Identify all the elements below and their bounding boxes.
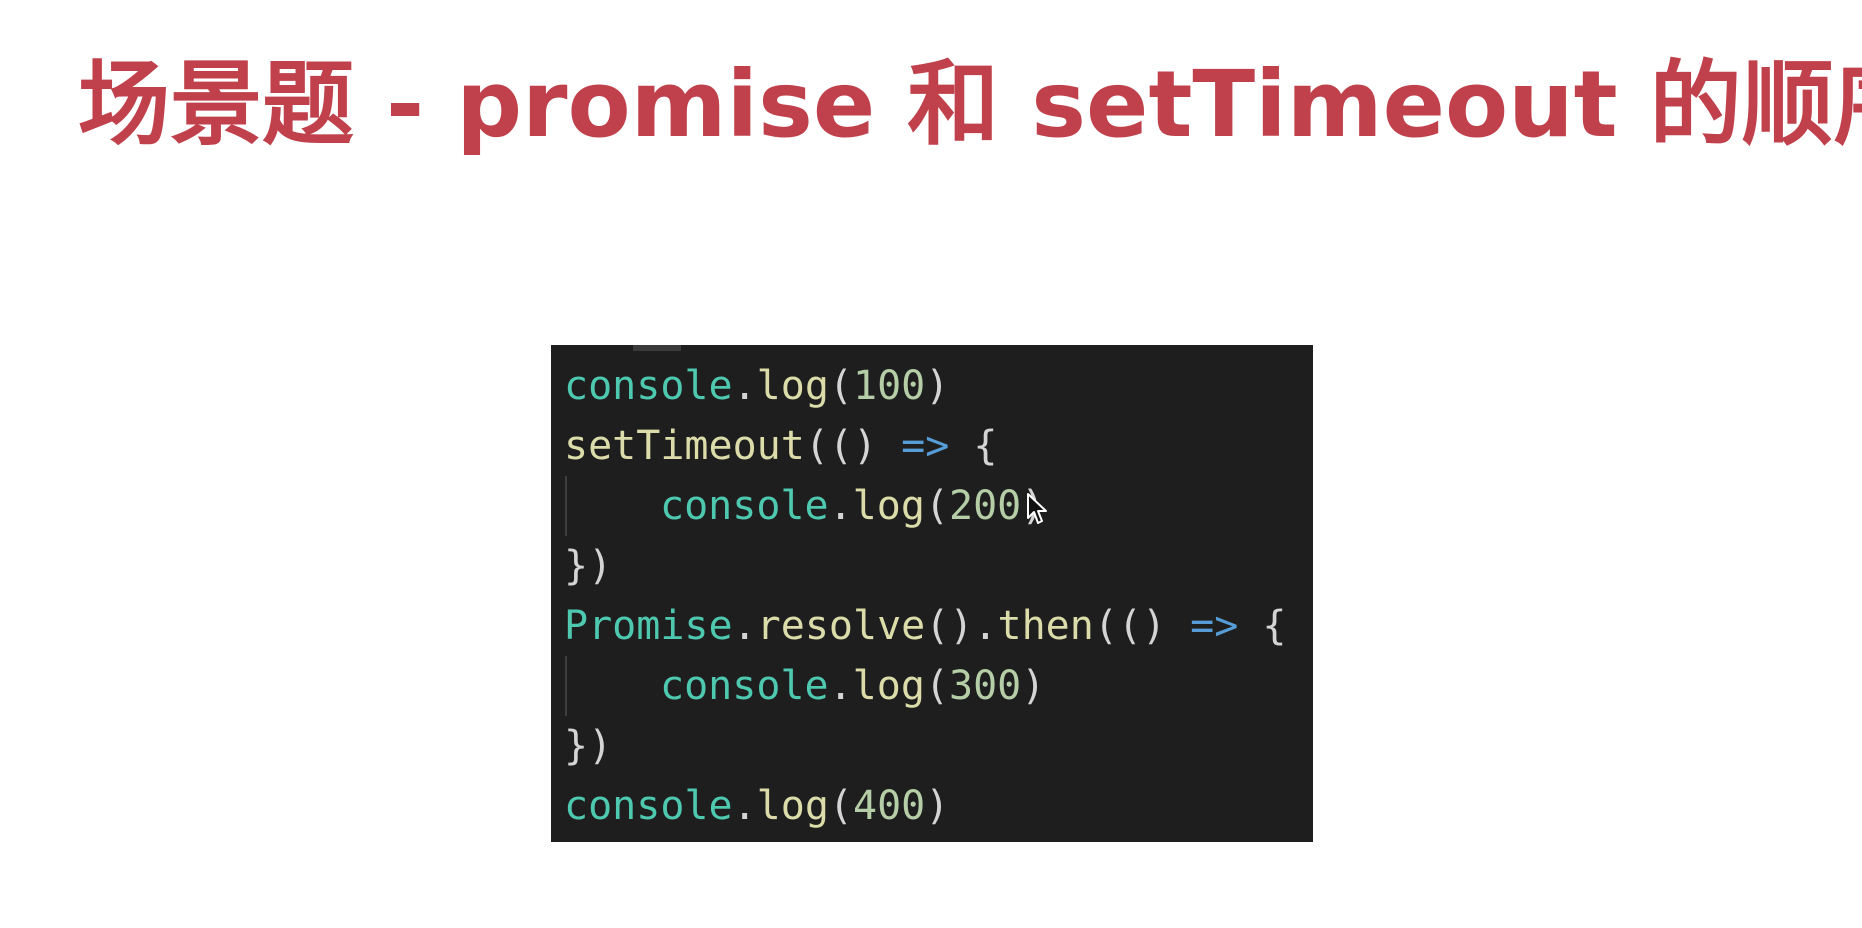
code-token-number: 300 xyxy=(949,663,1022,709)
code-token-punctuation: ( xyxy=(828,363,854,409)
slide-title: 场景题 - promise 和 setTimeout 的顺序 xyxy=(78,51,1862,158)
code-token-punctuation: (() xyxy=(1093,603,1191,649)
code-token-number: 200 xyxy=(949,483,1022,529)
code-line: Promise.resolve().then(() => { xyxy=(551,596,1313,656)
code-token-punctuation: ( xyxy=(924,483,950,529)
code-line: console.log(400) xyxy=(551,776,1313,836)
code-line: console.log(200) xyxy=(551,476,1313,536)
indent-guide xyxy=(565,476,567,536)
code-line: setTimeout(() => { xyxy=(551,416,1313,476)
code-token-function: then xyxy=(997,603,1094,649)
code-token-punctuation: . xyxy=(732,603,757,649)
code-token-punctuation: (() xyxy=(804,423,902,469)
code-token-punctuation: ) xyxy=(925,783,950,829)
code-token-arrow: => xyxy=(1190,603,1239,649)
code-block: console.log(100) setTimeout(() => {consol… xyxy=(551,345,1313,842)
code-token-punctuation: }) xyxy=(564,723,613,769)
code-token-object: console xyxy=(564,363,733,409)
code-line: console.log(300) xyxy=(551,656,1313,716)
code-token-function: log xyxy=(852,663,925,709)
code-token-object: console xyxy=(660,483,829,529)
mouse-pointer-icon xyxy=(1027,493,1047,524)
code-token-punctuation: . xyxy=(732,783,757,829)
code-token-number: 400 xyxy=(853,783,926,829)
code-line: }) xyxy=(551,716,1313,776)
code-token-function: resolve xyxy=(756,603,926,649)
code-token-function: log xyxy=(852,483,925,529)
code-token-punctuation: { xyxy=(949,423,998,469)
code-token-punctuation: ) xyxy=(1021,663,1046,709)
code-line: }) xyxy=(551,536,1313,596)
code-token-punctuation: (). xyxy=(925,603,998,649)
code-token-punctuation: ( xyxy=(828,783,854,829)
code-token-punctuation: ) xyxy=(925,363,950,409)
code-token-punctuation: . xyxy=(828,483,853,529)
indent-guide xyxy=(565,656,567,716)
code-token-function: log xyxy=(756,783,829,829)
code-token-object: console xyxy=(564,783,733,829)
code-token-punctuation: . xyxy=(828,663,853,709)
code-token-punctuation: ( xyxy=(924,663,950,709)
code-token-punctuation: }) xyxy=(564,543,613,589)
code-token-arrow: => xyxy=(901,423,950,469)
code-token-number: 100 xyxy=(853,363,926,409)
code-token-function: log xyxy=(756,363,829,409)
code-line: console.log(100) xyxy=(551,356,1313,416)
code-token-punctuation: { xyxy=(1238,603,1287,649)
code-token-object: console xyxy=(660,663,829,709)
code-token-object: Promise xyxy=(564,603,733,649)
scrollbar-thumb[interactable] xyxy=(633,345,681,351)
code-token-punctuation: . xyxy=(732,363,757,409)
code-token-function: setTimeout xyxy=(564,423,805,469)
